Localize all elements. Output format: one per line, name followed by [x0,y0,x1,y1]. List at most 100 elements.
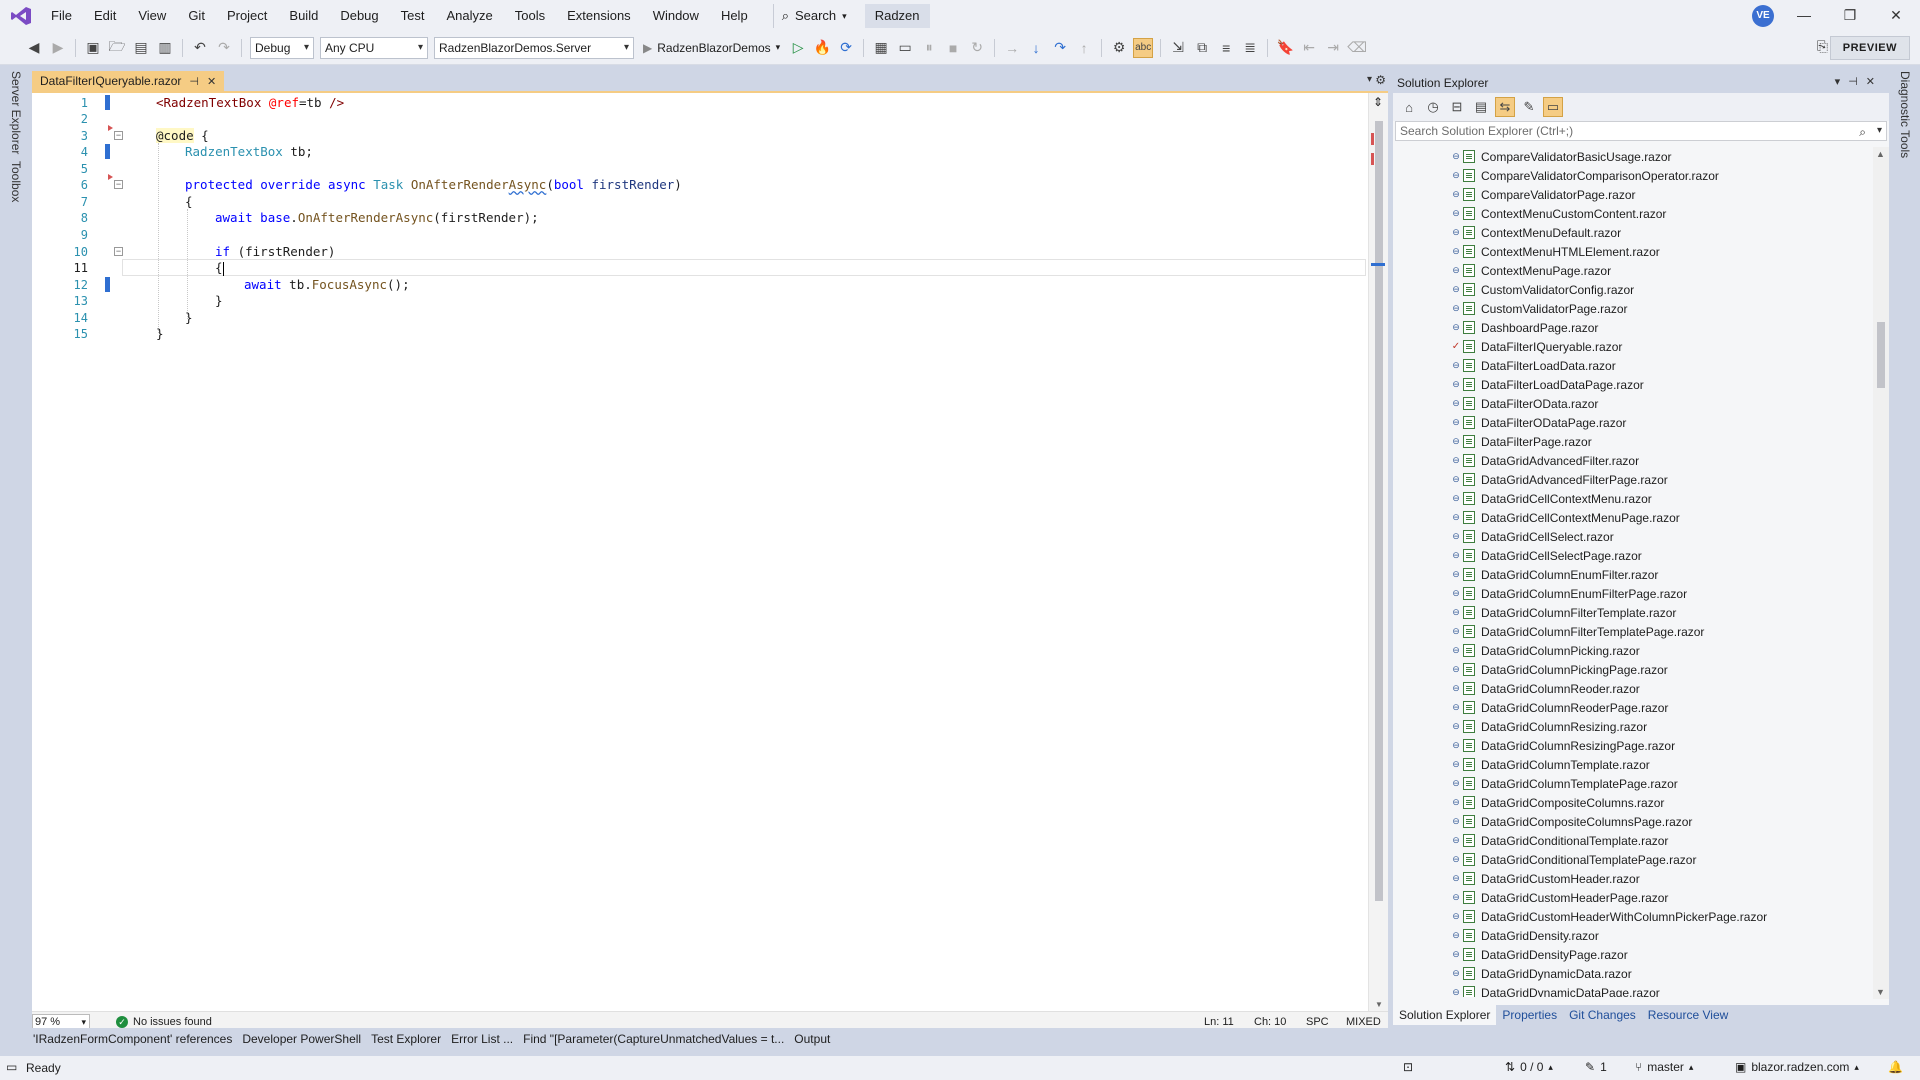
tree-item[interactable]: ⊖ DataFilterODataPage.razor [1393,413,1873,432]
branch-indicator[interactable]: ⑂ master ▴ [1635,1060,1693,1074]
search-button[interactable]: ⌕ Search ▾ [772,3,855,28]
menu-debug[interactable]: Debug [329,0,389,31]
tree-item[interactable]: ⊖ DataGridCellContextMenuPage.razor [1393,508,1873,527]
tab-resource-view[interactable]: Resource View [1642,1005,1734,1025]
tree-item[interactable]: ⊖ DataGridAdvancedFilterPage.razor [1393,470,1873,489]
hot-reload-icon[interactable]: 🔥 [812,38,832,58]
step-into-icon[interactable]: ↓ [1026,38,1046,58]
editor-vertical-scrollbar[interactable]: ⇕ ▼ [1368,93,1388,1011]
step-out-icon[interactable]: ↑ [1074,38,1094,58]
menu-analyze[interactable]: Analyze [435,0,503,31]
repository-indicator[interactable]: ▣ blazor.radzen.com ▴ [1735,1060,1859,1074]
uncomment-icon[interactable]: ≣ [1240,38,1260,58]
scrollbar-thumb[interactable] [1877,322,1885,388]
redo-icon[interactable]: ↷ [214,38,234,58]
tree-item[interactable]: ⊖ DataFilterPage.razor [1393,432,1873,451]
tab-developer-powershell[interactable]: Developer PowerShell [237,1032,366,1046]
diagnostics-icon[interactable]: ⚙ [1109,38,1129,58]
account-avatar[interactable]: VE [1752,5,1774,27]
tree-item[interactable]: ⊖ DataGridColumnResizingPage.razor [1393,736,1873,755]
home-icon[interactable]: ⌂ [1399,97,1419,117]
platform-select[interactable]: Any CPU [320,36,428,59]
tree-item[interactable]: ⊖ DataGridCustomHeader.razor [1393,869,1873,888]
visual-studio-logo-icon[interactable] [10,6,32,26]
menu-help[interactable]: Help [710,0,759,31]
history-icon[interactable]: ◷ [1423,97,1443,117]
menu-file[interactable]: File [40,0,83,31]
menu-git[interactable]: Git [177,0,216,31]
gear-icon[interactable]: ⚙ [1375,73,1386,87]
toolbox-tab[interactable]: Toolbox [9,161,23,202]
tree-item[interactable]: ⊖ DataGridColumnEnumFilterPage.razor [1393,584,1873,603]
tree-item[interactable]: ⊖ DataGridCompositeColumnsPage.razor [1393,812,1873,831]
tree-item[interactable]: ⊖ DataGridColumnTemplatePage.razor [1393,774,1873,793]
startup-project-select[interactable]: RadzenBlazorDemos.Server [434,36,634,59]
tree-item[interactable]: ⊖ CompareValidatorBasicUsage.razor [1393,147,1873,166]
server-explorer-tab[interactable]: Server Explorer [9,71,23,154]
refresh-icon[interactable]: ⟳ [836,38,856,58]
tab-properties[interactable]: Properties [1496,1005,1563,1025]
scroll-up-icon[interactable]: ▲ [1876,149,1885,159]
column-indicator[interactable]: Ch: 10 [1254,1016,1286,1028]
restart-icon[interactable]: ↻ [967,38,987,58]
tree-item[interactable]: ⊖ CompareValidatorPage.razor [1393,185,1873,204]
tree-item[interactable]: ⊖ DataGridCustomHeaderWithColumnPickerPag… [1393,907,1873,926]
browse-icon[interactable]: ▦ [871,38,891,58]
tab-references[interactable]: 'IRadzenFormComponent' references [28,1032,237,1046]
back-icon[interactable]: ◀ [24,38,44,58]
tree-item[interactable]: ⊖ DataGridCellSelect.razor [1393,527,1873,546]
tree-item[interactable]: ⊖ ContextMenuHTMLElement.razor [1393,242,1873,261]
tab-output[interactable]: Output [789,1032,835,1046]
tree-item[interactable]: ⊖ DataFilterLoadData.razor [1393,356,1873,375]
menu-tools[interactable]: Tools [504,0,556,31]
tree-item[interactable]: ⊖ DataGridDensity.razor [1393,926,1873,945]
background-tasks-icon[interactable]: ⊡ [1403,1060,1413,1074]
new-project-icon[interactable]: ▣ [83,38,103,58]
file-nesting-icon[interactable]: ⧉ [1192,38,1212,58]
tree-item[interactable]: ⊖ DataGridCustomHeaderPage.razor [1393,888,1873,907]
next-bookmark-icon[interactable]: ⇥ [1323,38,1343,58]
clear-bookmarks-icon[interactable]: ⌫ [1347,38,1367,58]
tree-item[interactable]: ⊖ DataGridColumnPicking.razor [1393,641,1873,660]
tree-item[interactable]: ⊖ DataGridCompositeColumns.razor [1393,793,1873,812]
issues-indicator[interactable]: ✓ No issues found [116,1015,212,1028]
tree-item[interactable]: ⊖ ContextMenuPage.razor [1393,261,1873,280]
tree-item[interactable]: ⊖ DataGridColumnTemplate.razor [1393,755,1873,774]
preview-button[interactable]: PREVIEW [1829,36,1910,60]
tree-item[interactable]: ⊖ DataGridColumnEnumFilter.razor [1393,565,1873,584]
split-icon[interactable]: ⇕ [1373,95,1383,109]
line-indicator[interactable]: Ln: 11 [1204,1016,1234,1028]
tree-item[interactable]: ⊖ DataGridColumnFilterTemplate.razor [1393,603,1873,622]
tree-item[interactable]: ⊖ DataGridColumnPickingPage.razor [1393,660,1873,679]
collapse-icon[interactable]: − [114,247,123,256]
tree-item[interactable]: ⊖ CustomValidatorPage.razor [1393,299,1873,318]
tab-git-changes[interactable]: Git Changes [1563,1005,1642,1025]
menu-window[interactable]: Window [642,0,710,31]
tree-item[interactable]: ✓ DataFilterIQueryable.razor [1393,337,1873,356]
minimize-icon[interactable]: — [1781,0,1827,31]
tree-item[interactable]: ⊖ DataGridDynamicDataPage.razor [1393,983,1873,997]
solution-search-input[interactable]: Search Solution Explorer (Ctrl+;) ⌕ ▾ [1395,121,1887,141]
spell-check-icon[interactable]: abc [1133,37,1154,58]
sync-active-document-icon[interactable]: ⇆ [1495,97,1515,117]
tree-item[interactable]: ⊖ DataGridDensityPage.razor [1393,945,1873,964]
stop-icon[interactable]: ■ [943,38,963,58]
tree-item[interactable]: ⊖ DataFilterOData.razor [1393,394,1873,413]
browser-link-icon[interactable]: ⇲ [1168,38,1188,58]
forward-icon[interactable]: ▶ [48,38,68,58]
properties-wrench-icon[interactable]: ✎ [1519,97,1539,117]
bookmark-icon[interactable]: 🔖 [1275,38,1295,58]
search-options-dropdown-icon[interactable]: ▾ [1877,122,1882,140]
tree-item[interactable]: ⊖ DataGridCellSelectPage.razor [1393,546,1873,565]
sync-indicator[interactable]: ⇅ 0 / 0 ▴ [1505,1060,1553,1074]
menu-test[interactable]: Test [390,0,436,31]
start-debugging-button[interactable]: ▶ RadzenBlazorDemos ▾ [643,41,780,55]
tree-item[interactable]: ⊖ ContextMenuDefault.razor [1393,223,1873,242]
tree-item[interactable]: ⊖ DashboardPage.razor [1393,318,1873,337]
whitespace-indicator[interactable]: SPC [1306,1016,1329,1028]
menu-build[interactable]: Build [278,0,329,31]
tab-find-results[interactable]: Find "[Parameter(CaptureUnmatchedValues … [518,1032,789,1046]
tree-item[interactable]: ⊖ DataFilterLoadDataPage.razor [1393,375,1873,394]
scroll-down-icon[interactable]: ▼ [1375,1000,1383,1009]
tab-error-list[interactable]: Error List ... [446,1032,518,1046]
